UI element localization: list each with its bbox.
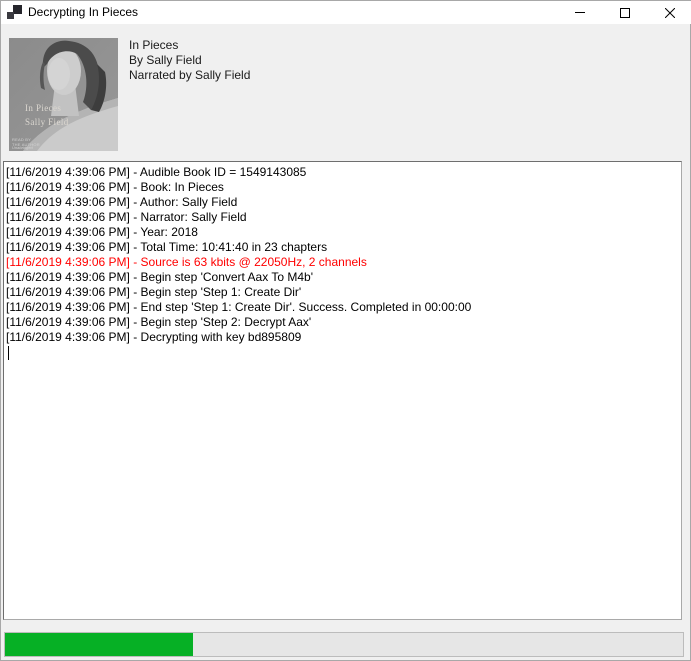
book-cover: In Pieces Sally Field READ BY THE AUTHOR… xyxy=(9,38,118,151)
app-window: { "window": { "title": "Decrypting In Pi… xyxy=(0,0,691,661)
log-line: [11/6/2019 4:39:06 PM] - Year: 2018 xyxy=(6,225,677,240)
log-line: [11/6/2019 4:39:06 PM] - Book: In Pieces xyxy=(6,180,677,195)
title-bar[interactable]: Decrypting In Pieces xyxy=(1,1,691,24)
progress-bar xyxy=(4,632,684,657)
close-icon xyxy=(665,8,675,18)
book-narrator: Narrated by Sally Field xyxy=(129,68,250,83)
log-line: [11/6/2019 4:39:06 PM] - Author: Sally F… xyxy=(6,195,677,210)
log-line: [11/6/2019 4:39:06 PM] - Begin step 'Con… xyxy=(6,270,677,285)
log-line: [11/6/2019 4:39:06 PM] - Begin step 'Ste… xyxy=(6,285,677,300)
cover-title-text: In Pieces Sally Field xyxy=(25,101,105,129)
maximize-button[interactable] xyxy=(602,1,647,24)
app-icon xyxy=(7,5,22,20)
window-title: Decrypting In Pieces xyxy=(28,5,138,20)
minimize-button[interactable] xyxy=(557,1,602,24)
book-info: In Pieces By Sally Field Narrated by Sal… xyxy=(129,38,250,83)
progress-fill xyxy=(5,633,193,656)
log-line: [11/6/2019 4:39:06 PM] - Narrator: Sally… xyxy=(6,210,677,225)
book-author: By Sally Field xyxy=(129,53,250,68)
log-line: [11/6/2019 4:39:06 PM] - Total Time: 10:… xyxy=(6,240,677,255)
close-button[interactable] xyxy=(647,1,691,24)
log-line: [11/6/2019 4:39:06 PM] - Decrypting with… xyxy=(6,330,677,345)
text-caret xyxy=(8,346,9,360)
log-line: [11/6/2019 4:39:06 PM] - Audible Book ID… xyxy=(6,165,677,180)
cover-portrait-art xyxy=(9,38,118,151)
minimize-icon xyxy=(575,12,585,13)
log-line: [11/6/2019 4:39:06 PM] - End step 'Step … xyxy=(6,300,677,315)
caret-line xyxy=(6,345,677,360)
log-line: [11/6/2019 4:39:06 PM] - Source is 63 kb… xyxy=(6,255,677,270)
cover-unabridged-text: Unabridged xyxy=(12,145,33,150)
maximize-icon xyxy=(620,8,630,18)
log-line: [11/6/2019 4:39:06 PM] - Begin step 'Ste… xyxy=(6,315,677,330)
book-title: In Pieces xyxy=(129,38,250,53)
log-textbox[interactable]: [11/6/2019 4:39:06 PM] - Audible Book ID… xyxy=(3,161,682,620)
